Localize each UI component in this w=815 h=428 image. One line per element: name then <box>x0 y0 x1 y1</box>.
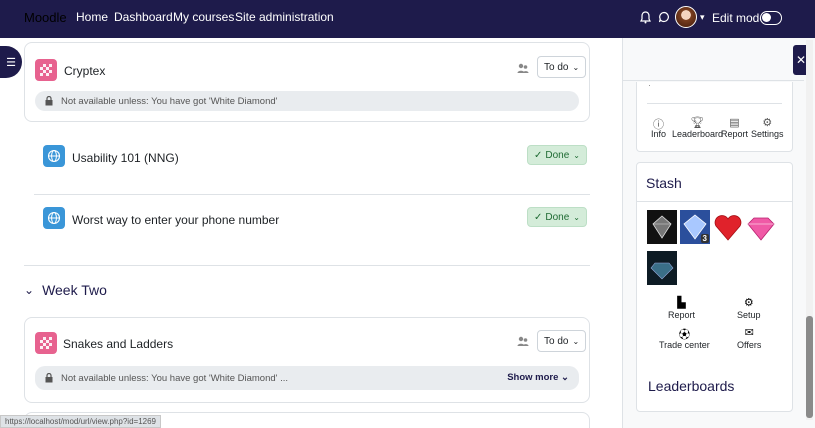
completion-status: Done <box>545 149 570 161</box>
chevron-down-icon: ⌄ <box>573 150 580 160</box>
nav-link-my-courses[interactable]: My courses <box>173 10 234 24</box>
stash-action-report[interactable]: ▙ Report <box>668 296 695 320</box>
nav-label: Report <box>721 129 749 139</box>
restriction-text: Not available unless: You have got 'Whit… <box>61 372 289 384</box>
chart-icon: ▙ <box>677 297 686 309</box>
chevron-down-icon: ⌄ <box>573 212 580 222</box>
completion-dropdown[interactable]: To do ⌄ <box>537 330 587 352</box>
trophy-icon: 🏆︎ <box>690 117 705 129</box>
divider <box>34 194 590 195</box>
completion-dropdown[interactable]: To do ⌄ <box>537 56 587 78</box>
site-brand[interactable]: Moodle <box>24 10 67 25</box>
game-activity-icon <box>35 59 57 81</box>
completion-dropdown[interactable]: ✓ Done ⌄ <box>527 145 587 165</box>
completion-status: To do <box>544 61 569 73</box>
nav-label: Info <box>651 129 667 139</box>
section-header[interactable]: ⌄ Week Two <box>24 282 107 298</box>
action-label: Setup <box>737 310 761 320</box>
check-icon: ✓ <box>534 149 543 161</box>
nav-link-site-administration[interactable]: Site administration <box>235 10 334 24</box>
block-nav-report[interactable]: ▤ Report <box>721 116 748 139</box>
action-label: Offers <box>737 340 762 350</box>
activity-card-cryptex: Cryptex To do ⌄ Not available unless: Yo… <box>24 42 590 122</box>
globe-icon <box>47 211 61 225</box>
restriction-text: Not available unless: You have got 'Whit… <box>61 95 278 107</box>
group-mode-icon[interactable] <box>517 62 529 74</box>
activity-card-snakes-and-ladders: Snakes and Ladders To do ⌄ Not available… <box>24 317 590 403</box>
activity-name[interactable]: Usability 101 (NNG) <box>72 151 179 165</box>
block-nav-info[interactable]: ⓘ Info <box>651 116 666 139</box>
completion-status: To do <box>544 335 569 347</box>
action-label: Report <box>668 310 696 320</box>
url-activity-icon <box>43 207 65 229</box>
user-avatar[interactable] <box>675 6 697 28</box>
show-more-link[interactable]: Show more ⌄ <box>507 372 569 383</box>
url-activity-icon <box>43 145 65 167</box>
report-icon: ▤ <box>729 117 740 129</box>
game-activity-icon <box>35 332 57 354</box>
restriction-notice: Not available unless: You have got 'Whit… <box>35 366 579 390</box>
chevron-down-icon: ⌄ <box>572 62 580 72</box>
close-icon: ✕ <box>795 53 807 67</box>
info-icon: ⓘ <box>653 119 664 131</box>
nav-link-home[interactable]: Home <box>76 10 108 24</box>
stash-action-offers[interactable]: ✉ Offers <box>737 326 761 350</box>
leaderboards-title: Leaderboards <box>648 378 735 394</box>
divider <box>647 103 782 104</box>
stash-action-trade-center[interactable]: ⚽︎ Trade center <box>659 326 710 350</box>
black-diamond-item[interactable] <box>647 210 677 244</box>
activity-name[interactable]: Snakes and Ladders <box>63 337 173 351</box>
activity-name[interactable]: Cryptex <box>64 64 105 78</box>
chevron-down-icon[interactable]: ⌄ <box>24 283 34 297</box>
stash-title: Stash <box>646 175 682 191</box>
dark-gem-item[interactable] <box>647 251 677 285</box>
show-more-label: Show more <box>507 372 559 383</box>
list-icon: ☰ <box>6 56 16 69</box>
group-mode-icon[interactable] <box>517 335 529 347</box>
red-heart-item[interactable] <box>713 210 743 244</box>
nav-label: Leaderboard <box>672 129 724 139</box>
check-icon: ✓ <box>534 211 543 223</box>
chevron-down-icon[interactable]: ▾ <box>700 12 705 23</box>
edit-mode-toggle[interactable] <box>760 11 782 25</box>
activity-name[interactable]: Worst way to enter your phone number <box>72 213 279 227</box>
restriction-notice: Not available unless: You have got 'Whit… <box>35 91 579 111</box>
gear-icon: ⚙ <box>743 297 754 309</box>
blue-diamond-item[interactable]: 3 <box>680 210 710 244</box>
drawer-scrollbar-thumb[interactable] <box>806 316 813 418</box>
bell-icon[interactable] <box>640 11 651 24</box>
edit-mode-label: Edit mode <box>712 11 767 25</box>
completion-dropdown[interactable]: ✓ Done ⌄ <box>527 207 587 227</box>
soccer-ball-icon: ⚽︎ <box>678 329 690 341</box>
item-count-badge: 3 <box>700 234 709 243</box>
lock-icon <box>45 96 53 106</box>
lock-icon <box>45 373 53 383</box>
block-stash <box>636 162 793 412</box>
pink-gem-item[interactable] <box>746 210 776 244</box>
divider <box>637 201 792 202</box>
block-nav-settings[interactable]: ⚙ Settings <box>751 116 784 139</box>
message-icon[interactable] <box>658 11 670 23</box>
section-title[interactable]: Week Two <box>42 282 107 298</box>
globe-icon <box>47 149 61 163</box>
envelope-icon: ✉ <box>744 327 754 339</box>
action-label: Trade center <box>659 340 710 350</box>
nav-link-dashboard[interactable]: Dashboard <box>114 10 173 24</box>
section-divider <box>24 265 590 266</box>
gear-icon: ⚙ <box>762 117 773 129</box>
completion-status: Done <box>545 211 570 223</box>
status-bar-url: https://localhost/mod/url/view.php?id=12… <box>0 415 161 428</box>
nav-label: Settings <box>751 129 784 139</box>
block-nav-leaderboard[interactable]: 🏆︎ Leaderboard <box>672 116 723 139</box>
top-navbar: Moodle Home Dashboard My courses Site ad… <box>0 0 815 38</box>
decorative-mark: · <box>648 80 651 90</box>
stash-action-setup[interactable]: ⚙ Setup <box>737 296 761 320</box>
chevron-down-icon: ⌄ <box>572 336 580 346</box>
